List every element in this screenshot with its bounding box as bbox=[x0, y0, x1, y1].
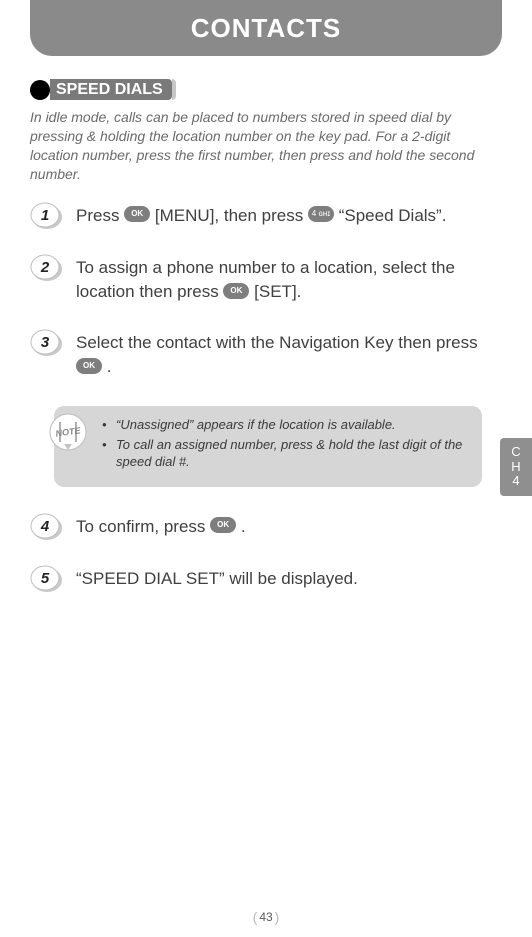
step-number-icon: 2 bbox=[30, 254, 64, 282]
step-1: 1 Press OK [MENU], then press 4 ɢʜɪ “Spe… bbox=[30, 204, 502, 230]
step-1-mid: [MENU], then press bbox=[155, 206, 308, 225]
step-3-text: Select the contact with the Navigation K… bbox=[76, 331, 502, 380]
step-3-post: . bbox=[107, 357, 112, 376]
section-header: SPEED DIALS bbox=[30, 80, 502, 100]
chapter-tab: C H 4 bbox=[500, 438, 532, 496]
section-label-wrap: SPEED DIALS bbox=[50, 81, 172, 99]
step-4-text: To confirm, press OK . bbox=[76, 515, 502, 540]
page-footer: ( 43 ) bbox=[0, 909, 532, 925]
page-arc-left-icon: ( bbox=[253, 909, 258, 925]
ok-button-icon: OK bbox=[210, 517, 236, 533]
note-item: “Unassigned” appears if the location is … bbox=[102, 416, 468, 434]
svg-text:1: 1 bbox=[41, 207, 49, 224]
step-1-text: Press OK [MENU], then press 4 ɢʜɪ “Speed… bbox=[76, 204, 502, 229]
header-bar: CONTACTS bbox=[30, 0, 502, 56]
svg-text:4: 4 bbox=[40, 518, 50, 535]
note-icon: NOTE bbox=[48, 412, 88, 452]
note-box: NOTE “Unassigned” appears if the locatio… bbox=[54, 406, 482, 487]
section-label: SPEED DIALS bbox=[50, 79, 172, 100]
step-3: 3 Select the contact with the Navigation… bbox=[30, 331, 502, 380]
note-item: To call an assigned number, press & hold… bbox=[102, 436, 468, 471]
svg-text:2: 2 bbox=[40, 259, 50, 276]
content-area: SPEED DIALS In idle mode, calls can be p… bbox=[0, 56, 532, 593]
chapter-tab-h: H bbox=[511, 460, 520, 475]
step-number-icon: 3 bbox=[30, 329, 64, 357]
chapter-tab-c: C bbox=[511, 445, 520, 460]
svg-text:3: 3 bbox=[41, 334, 50, 351]
step-1-pre: Press bbox=[76, 206, 124, 225]
step-1-post: “Speed Dials”. bbox=[339, 206, 447, 225]
key-4-icon: 4 ɢʜɪ bbox=[308, 206, 334, 222]
page-title: CONTACTS bbox=[191, 13, 342, 44]
step-4-post: . bbox=[241, 517, 246, 536]
step-4: 4 To confirm, press OK . bbox=[30, 515, 502, 541]
step-number-icon: 5 bbox=[30, 565, 64, 593]
intro-text: In idle mode, calls can be placed to num… bbox=[30, 108, 502, 184]
step-5-text: “SPEED DIAL SET” will be displayed. bbox=[76, 567, 502, 592]
step-2-text: To assign a phone number to a location, … bbox=[76, 256, 502, 305]
step-2-post: [SET]. bbox=[254, 282, 301, 301]
page-arc-right-icon: ) bbox=[275, 909, 280, 925]
ok-button-icon: OK bbox=[76, 358, 102, 374]
step-4-pre: To confirm, press bbox=[76, 517, 210, 536]
step-number-icon: 1 bbox=[30, 202, 64, 230]
svg-text:5: 5 bbox=[41, 570, 50, 587]
page-number: 43 bbox=[259, 910, 272, 924]
note-list: “Unassigned” appears if the location is … bbox=[102, 416, 468, 471]
step-3-pre: Select the contact with the Navigation K… bbox=[76, 333, 478, 352]
ok-button-icon: OK bbox=[223, 283, 249, 299]
ok-button-icon: OK bbox=[124, 206, 150, 222]
chapter-tab-num: 4 bbox=[512, 474, 519, 489]
step-5: 5 “SPEED DIAL SET” will be displayed. bbox=[30, 567, 502, 593]
step-2: 2 To assign a phone number to a location… bbox=[30, 256, 502, 305]
step-number-icon: 4 bbox=[30, 513, 64, 541]
page-number-wrap: ( 43 ) bbox=[253, 909, 280, 925]
section-bullet-icon bbox=[30, 80, 50, 100]
